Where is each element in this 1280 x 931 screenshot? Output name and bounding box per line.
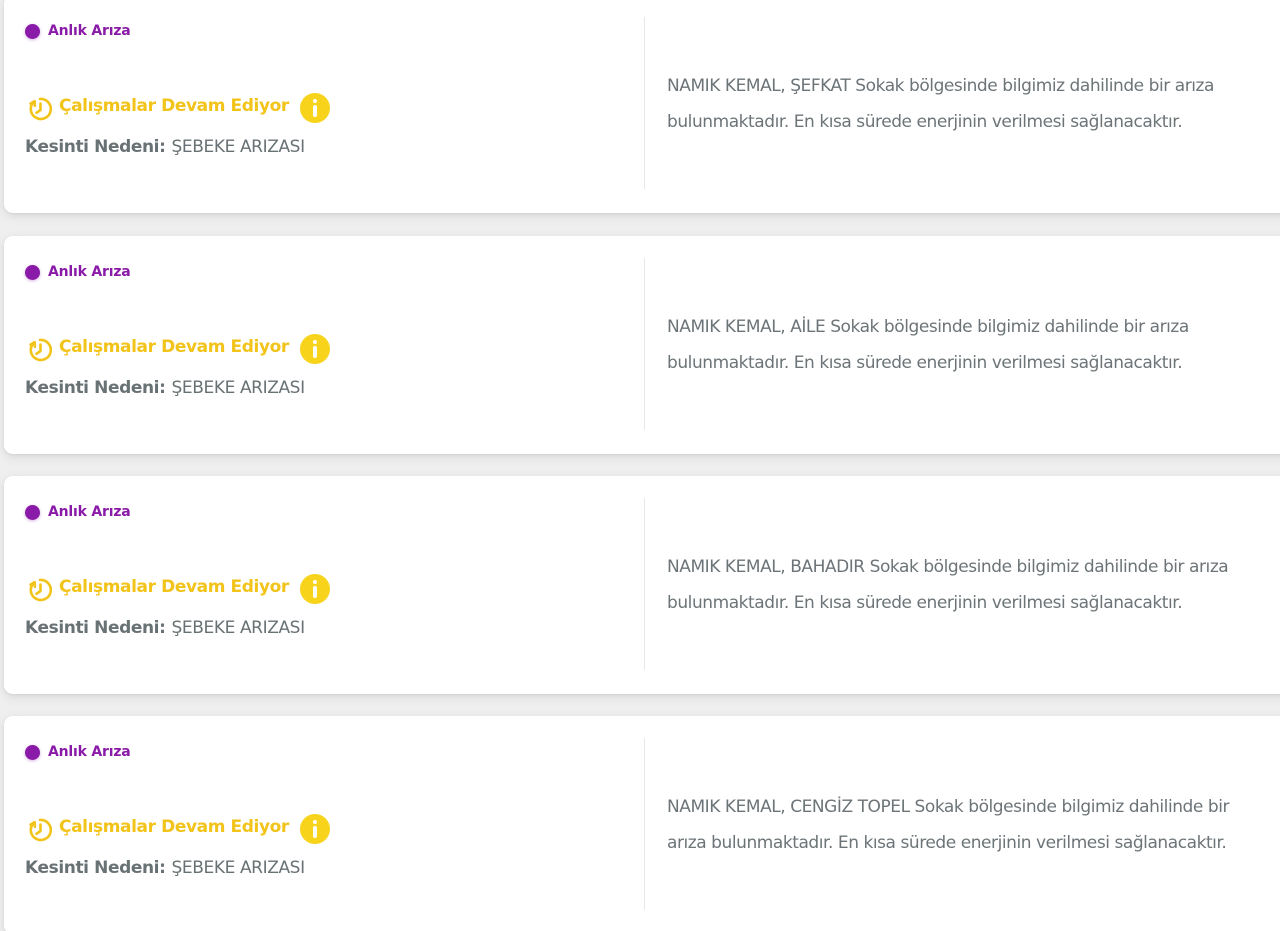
outage-reason-label: Kesinti Nedeni: [25,618,166,638]
outage-type-label: Anlık Arıza [48,23,131,39]
outage-detail: NAMIK KEMAL, BAHADIR Sokak bölgesinde bi… [667,476,1267,694]
clock-refresh-icon [29,97,53,121]
outage-list: Anlık Arıza Çalışmalar Devam Ediyor Kesi… [0,0,1280,931]
outage-reason-value: ŞEBEKE ARIZASI [171,137,306,157]
outage-reason: Kesinti Nedeni: ŞEBEKE ARIZASI [25,854,305,882]
card-divider [644,258,645,430]
outage-card[interactable]: Anlık Arıza Çalışmalar Devam Ediyor Kesi… [4,0,1280,213]
outage-status: Çalışmalar Devam Ediyor [24,811,330,847]
outage-detail: NAMIK KEMAL, ŞEFKAT Sokak bölgesinde bil… [667,0,1267,213]
outage-status-label: Çalışmalar Devam Ediyor [59,96,289,116]
outage-summary: Anlık Arıza Çalışmalar Devam Ediyor Kesi… [4,236,644,454]
outage-type-dot-icon [25,504,40,520]
outage-description: NAMIK KEMAL, BAHADIR Sokak bölgesinde bi… [667,557,1229,613]
outage-type-dot-icon [25,264,40,280]
card-divider [644,17,645,189]
outage-type-label: Anlık Arıza [48,744,131,760]
info-icon[interactable] [299,93,330,123]
outage-card[interactable]: Anlık Arıza Çalışmalar Devam Ediyor Kesi… [4,236,1280,454]
outage-status: Çalışmalar Devam Ediyor [24,90,330,126]
outage-detail: NAMIK KEMAL, CENGİZ TOPEL Sokak bölgesin… [667,716,1267,931]
outage-status-label: Çalışmalar Devam Ediyor [59,337,289,357]
outage-reason-label: Kesinti Nedeni: [25,137,166,157]
outage-type-label: Anlık Arıza [48,504,131,520]
outage-type-badge: Anlık Arıza [25,502,131,522]
info-icon[interactable] [299,574,330,604]
outage-type-dot-icon [25,23,40,39]
outage-reason: Kesinti Nedeni: ŞEBEKE ARIZASI [25,614,305,642]
outage-description: NAMIK KEMAL, AİLE Sokak bölgesinde bilgi… [667,317,1189,373]
outage-status-label: Çalışmalar Devam Ediyor [59,577,289,597]
clock-refresh-icon [29,818,53,842]
outage-reason-value: ŞEBEKE ARIZASI [171,378,306,398]
outage-summary: Anlık Arıza Çalışmalar Devam Ediyor Kesi… [4,716,644,931]
clock-refresh-icon [29,338,53,362]
outage-description: NAMIK KEMAL, ŞEFKAT Sokak bölgesinde bil… [667,76,1214,132]
outage-type-badge: Anlık Arıza [25,21,131,41]
outage-status-label: Çalışmalar Devam Ediyor [59,817,289,837]
outage-card[interactable]: Anlık Arıza Çalışmalar Devam Ediyor Kesi… [4,476,1280,694]
outage-reason: Kesinti Nedeni: ŞEBEKE ARIZASI [25,374,305,402]
outage-status: Çalışmalar Devam Ediyor [24,571,330,607]
outage-type-badge: Anlık Arıza [25,262,131,282]
info-icon[interactable] [299,334,330,364]
clock-refresh-icon [29,578,53,602]
outage-summary: Anlık Arıza Çalışmalar Devam Ediyor Kesi… [4,476,644,694]
card-divider [644,738,645,910]
card-divider [644,498,645,670]
outage-reason-label: Kesinti Nedeni: [25,858,166,878]
outage-reason-value: ŞEBEKE ARIZASI [171,858,306,878]
outage-reason: Kesinti Nedeni: ŞEBEKE ARIZASI [25,133,305,161]
outage-type-label: Anlık Arıza [48,264,131,280]
outage-description: NAMIK KEMAL, CENGİZ TOPEL Sokak bölgesin… [667,797,1230,853]
outage-reason-label: Kesinti Nedeni: [25,378,166,398]
outage-summary: Anlık Arıza Çalışmalar Devam Ediyor Kesi… [4,0,644,213]
outage-detail: NAMIK KEMAL, AİLE Sokak bölgesinde bilgi… [667,236,1267,454]
outage-card[interactable]: Anlık Arıza Çalışmalar Devam Ediyor Kesi… [4,716,1280,931]
outage-reason-value: ŞEBEKE ARIZASI [171,618,306,638]
info-icon[interactable] [299,814,330,844]
outage-type-dot-icon [25,744,40,760]
outage-status: Çalışmalar Devam Ediyor [24,331,330,367]
outage-type-badge: Anlık Arıza [25,742,131,762]
